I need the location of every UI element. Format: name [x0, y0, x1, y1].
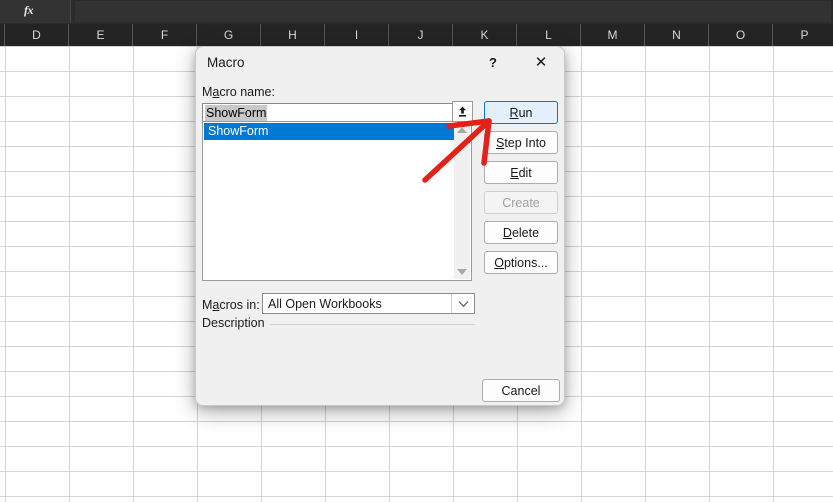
macros-in-label: Macros in:: [202, 298, 260, 312]
step-into-label-accel: S: [495, 135, 505, 150]
macros-in-select[interactable]: All Open Workbooks: [262, 293, 475, 314]
macros-in-label-post: cros in:: [219, 298, 260, 312]
delete-label-accel: D: [502, 225, 512, 240]
triangle-up-icon[interactable]: [454, 123, 470, 137]
cancel-button[interactable]: Cancel: [482, 379, 560, 402]
list-scrollbar[interactable]: [454, 123, 470, 279]
column-header-p[interactable]: P: [773, 24, 833, 46]
column-header-m[interactable]: M: [581, 24, 645, 46]
delete-label-post: elete: [511, 225, 540, 240]
create-label-pre: Cre: [502, 195, 523, 210]
options-label-post: ptions...: [503, 255, 548, 270]
grid-line-horizontal: [0, 421, 833, 422]
column-header-row: DEFGHIJKLMNOP: [0, 24, 833, 47]
grid-line-vertical: [709, 46, 710, 502]
column-header-n[interactable]: N: [645, 24, 709, 46]
excel-macro-dialog-screen: fx DEFGHIJKLMNOP Macro ? ✕ Macro name: S…: [0, 0, 833, 502]
grid-line-horizontal: [0, 446, 833, 447]
step-into-button[interactable]: Step Into: [484, 131, 558, 154]
name-box[interactable]: [0, 0, 71, 23]
run-button[interactable]: Run: [484, 101, 558, 124]
formula-bar: fx: [0, 0, 833, 25]
column-header-o[interactable]: O: [709, 24, 773, 46]
close-icon[interactable]: ✕: [527, 51, 555, 75]
delete-button[interactable]: Delete: [484, 221, 558, 244]
description-label: Description: [202, 316, 265, 330]
column-header-k[interactable]: K: [453, 24, 517, 46]
macro-name-label-post: cro name:: [219, 85, 275, 99]
column-header-e[interactable]: E: [69, 24, 133, 46]
create-label-post: ate: [522, 195, 540, 210]
column-header-h[interactable]: H: [261, 24, 325, 46]
macro-name-label-pre: M: [202, 85, 213, 99]
column-header-d[interactable]: D: [5, 24, 69, 46]
column-header-j[interactable]: J: [389, 24, 453, 46]
chevron-down-icon[interactable]: [451, 294, 474, 313]
upload-arrow-icon[interactable]: [452, 101, 473, 122]
grid-line-vertical: [5, 46, 6, 502]
macros-in-value: All Open Workbooks: [268, 297, 382, 311]
macro-dialog: Macro ? ✕ Macro name: ShowForm ShowForm …: [195, 46, 565, 406]
options-label-accel: O: [494, 255, 504, 270]
grid-line-horizontal: [0, 496, 833, 497]
create-button: Cre ate: [484, 191, 558, 214]
run-label-post: un: [518, 105, 533, 120]
grid-line-vertical: [133, 46, 134, 502]
edit-button[interactable]: Edit: [484, 161, 558, 184]
help-icon[interactable]: ?: [479, 51, 507, 75]
grid-line-vertical: [69, 46, 70, 502]
macros-in-label-pre: M: [202, 298, 213, 312]
grid-line-vertical: [581, 46, 582, 502]
grid-line-horizontal: [0, 471, 833, 472]
column-header-partial: [0, 24, 5, 46]
run-label-accel: R: [509, 105, 519, 120]
fx-icon[interactable]: fx: [24, 3, 34, 18]
edit-label-post: dit: [518, 165, 532, 180]
description-divider: [270, 324, 475, 325]
macro-name-input-value: ShowForm: [205, 105, 268, 122]
list-item[interactable]: ShowForm: [204, 123, 455, 140]
step-into-label-post: tep Into: [504, 135, 547, 150]
edit-label-accel: E: [510, 165, 519, 180]
column-header-i[interactable]: I: [325, 24, 389, 46]
grid-line-vertical: [645, 46, 646, 502]
formula-input[interactable]: [75, 1, 831, 22]
dialog-title: Macro: [207, 55, 245, 70]
column-header-f[interactable]: F: [133, 24, 197, 46]
column-header-l[interactable]: L: [517, 24, 581, 46]
grid-line-vertical: [773, 46, 774, 502]
column-header-g[interactable]: G: [197, 24, 261, 46]
options-button[interactable]: Options...: [484, 251, 558, 274]
macro-list[interactable]: ShowForm: [202, 121, 472, 281]
macro-name-label: Macro name:: [202, 85, 275, 99]
triangle-down-icon[interactable]: [454, 265, 470, 279]
